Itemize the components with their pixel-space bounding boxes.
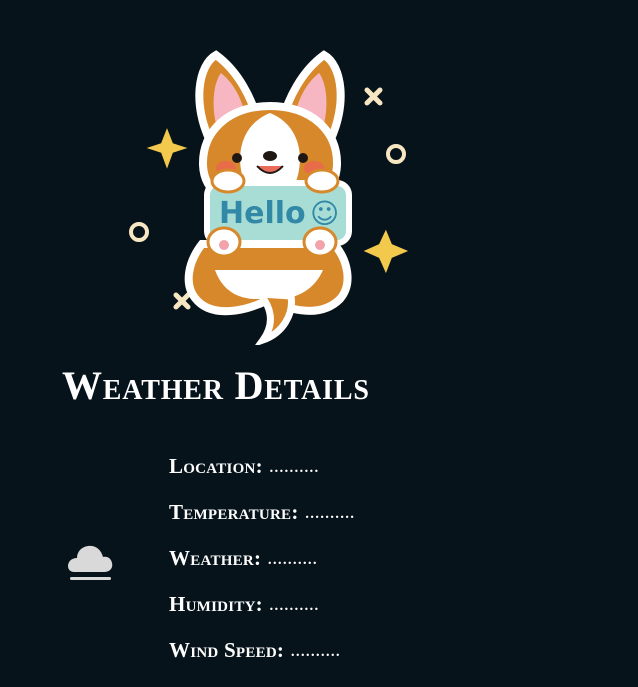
weather-details-list: Location: .......... Temperature: ......… [169, 452, 355, 682]
corgi-hello-illustration: Hello ☺ [129, 50, 416, 345]
sparkle-icon [356, 222, 416, 281]
hello-sign-smiley: ☺ [310, 197, 339, 230]
page-title: Weather Details [62, 363, 370, 408]
location-label: Location: [169, 454, 263, 478]
corgi-paw-top-right [304, 168, 340, 194]
humidity-row: Humidity: .......... [169, 590, 355, 636]
temperature-value: .......... [304, 501, 355, 523]
weather-label: Weather: [169, 546, 262, 570]
temperature-row: Temperature: .......... [169, 498, 355, 544]
wind-speed-label: Wind Speed: [169, 638, 285, 662]
sparkle-dot-icon [386, 144, 406, 164]
humidity-label: Humidity: [169, 592, 263, 616]
wind-speed-value: .......... [290, 639, 341, 661]
weather-value: .......... [267, 547, 318, 569]
hello-sign-text: Hello [219, 196, 306, 231]
temperature-label: Temperature: [169, 500, 299, 524]
wind-speed-row: Wind Speed: .......... [169, 636, 355, 682]
sparkle-icon [137, 119, 197, 178]
sparkle-cross-icon [173, 292, 191, 310]
weather-row: Weather: .......... [169, 544, 355, 590]
humidity-value: .......... [268, 593, 319, 615]
location-row: Location: .......... [169, 452, 355, 498]
cloud-icon [68, 545, 113, 580]
corgi-tail [252, 289, 295, 345]
sparkle-dot-icon [129, 222, 149, 242]
sparkle-cross-icon [364, 87, 383, 106]
location-value: .......... [268, 455, 319, 477]
corgi-paw-top-left [210, 168, 246, 194]
